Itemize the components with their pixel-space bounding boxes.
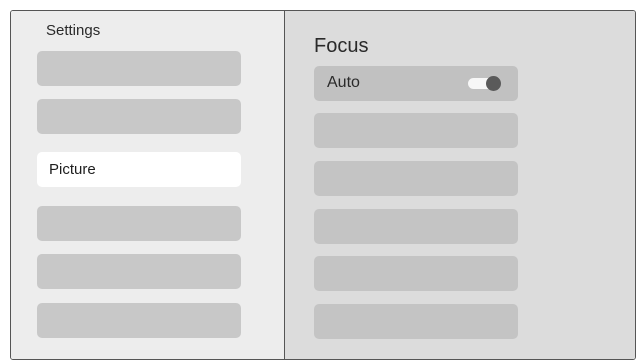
focus-panel: Focus Auto [285,11,635,359]
settings-menu-item-picture[interactable]: Picture [37,152,241,187]
settings-menu-item-4[interactable] [37,206,241,241]
focus-option-6[interactable] [314,304,518,339]
settings-window: Settings Picture Focus Auto [10,10,636,360]
settings-menu-item-label: Picture [49,161,96,178]
focus-option-label: Auto [327,74,360,91]
auto-focus-toggle[interactable] [468,76,502,91]
toggle-knob [486,76,501,91]
settings-menu-panel: Settings Picture [11,11,285,359]
settings-menu-item-5[interactable] [37,254,241,289]
focus-option-2[interactable] [314,113,518,148]
focus-option-auto[interactable]: Auto [314,66,518,101]
settings-menu-title: Settings [46,22,101,39]
settings-menu-item-1[interactable] [37,51,241,86]
settings-menu-item-6[interactable] [37,303,241,338]
settings-menu-item-2[interactable] [37,99,241,134]
focus-option-3[interactable] [314,161,518,196]
focus-option-5[interactable] [314,256,518,291]
focus-option-4[interactable] [314,209,518,244]
focus-panel-title: Focus [314,35,369,57]
